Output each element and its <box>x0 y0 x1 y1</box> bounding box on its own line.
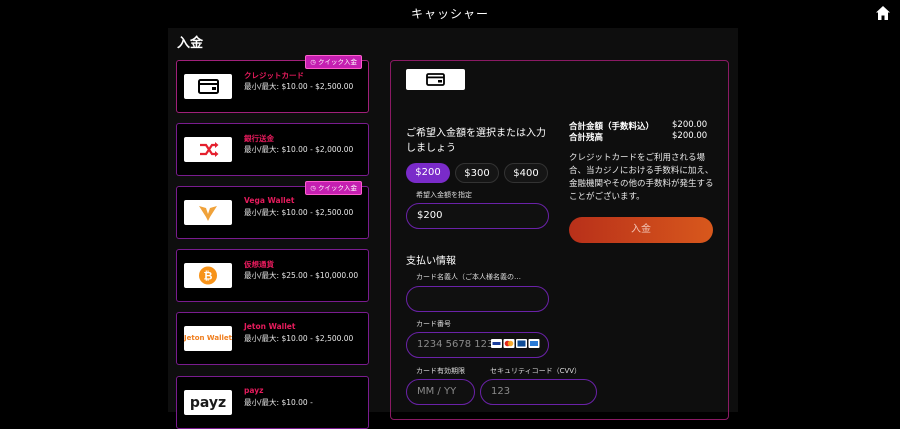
cardholder-input[interactable] <box>406 286 549 312</box>
wallet-icon <box>426 73 445 86</box>
method-name: 仮想通貨 <box>244 260 274 269</box>
custom-amount-input[interactable]: $200 <box>406 203 549 229</box>
expiry-input[interactable]: MM / YY <box>406 379 475 405</box>
clock-icon: ◷ <box>310 184 318 192</box>
jeton-logo-text: Jeton Wallet <box>184 334 232 342</box>
clock-icon: ◷ <box>310 58 318 66</box>
bank-transfer-logo <box>184 137 232 162</box>
vega-wallet-logo <box>184 200 232 225</box>
method-limit: 最小/最大: $25.00 - $10,000.00 <box>244 271 359 280</box>
selected-method-logo <box>406 69 465 90</box>
bitcoin-icon: ₿ <box>199 266 217 285</box>
deposit-submit-button[interactable]: 入金 <box>569 217 713 243</box>
method-limit: 最小/最大: $10.00 - <box>244 398 313 407</box>
wallet-icon <box>198 79 219 94</box>
top-bar: キャッシャー <box>0 0 900 28</box>
home-icon[interactable] <box>875 5 891 21</box>
total-fee-value: $200.00 <box>672 120 708 130</box>
credit-card-logo <box>184 74 232 99</box>
page-title: キャッシャー <box>410 7 489 21</box>
deposit-heading: 入金 <box>177 36 204 51</box>
payz-logo-text: payz <box>189 395 227 411</box>
method-crypto[interactable]: ₿ 仮想通貨 最小/最大: $25.00 - $10,000.00 <box>176 249 369 302</box>
amount-option-200[interactable]: $200 <box>406 163 450 183</box>
method-name: Vega Wallet <box>244 196 295 205</box>
total-label: 合計残高 <box>569 133 604 143</box>
total-value: $200.00 <box>672 131 708 141</box>
amount-option-400[interactable]: $400 <box>504 163 548 183</box>
card-brand-icons <box>491 339 540 348</box>
cvv-input[interactable]: 123 <box>480 379 597 405</box>
payment-info-title: 支払い情報 <box>406 256 456 267</box>
jeton-wallet-logo: Jeton Wallet <box>184 326 232 351</box>
method-limit: 最小/最大: $10.00 - $2,000.00 <box>244 145 354 154</box>
quick-deposit-badge: ◷ クイック入金 <box>305 55 362 69</box>
card-number-label: カード番号 <box>416 320 451 328</box>
method-bank-transfer[interactable]: 銀行送金 最小/最大: $10.00 - $2,000.00 <box>176 123 369 176</box>
amount-option-300[interactable]: $300 <box>455 163 499 183</box>
custom-amount-label: 希望入金額を指定 <box>416 191 472 199</box>
method-name: payz <box>244 386 264 395</box>
crypto-logo: ₿ <box>184 263 232 288</box>
method-name: Jeton Wallet <box>244 322 296 331</box>
cardholder-label: カード名義人（ご本人様名義の… <box>416 273 521 281</box>
method-name: 銀行送金 <box>244 134 274 143</box>
svg-text:₿: ₿ <box>204 270 213 283</box>
expiry-label: カード有効期限 <box>416 367 465 375</box>
method-limit: 最小/最大: $10.00 - $2,500.00 <box>244 208 354 217</box>
vega-v-icon <box>199 206 217 221</box>
quick-deposit-badge: ◷ クイック入金 <box>305 181 362 195</box>
payz-logo: payz <box>184 390 232 415</box>
method-credit-card[interactable]: クレジットカード 最小/最大: $10.00 - $2,500.00 ◷ クイッ… <box>176 55 369 113</box>
method-limit: 最小/最大: $10.00 - $2,500.00 <box>244 82 354 91</box>
shuffle-icon <box>200 142 219 157</box>
cvv-label: セキュリティコード（CVV） <box>490 367 582 375</box>
fee-note: クレジットカードをご利用される場合、当カジノにおける手数料に加え、金融機関やその… <box>569 153 714 202</box>
method-payz[interactable]: payz payz 最小/最大: $10.00 - <box>176 376 369 429</box>
method-vega-wallet[interactable]: Vega Wallet 最小/最大: $10.00 - $2,500.00 ◷ … <box>176 181 369 239</box>
method-name: クレジットカード <box>244 71 304 80</box>
method-limit: 最小/最大: $10.00 - $2,500.00 <box>244 334 354 343</box>
method-jeton-wallet[interactable]: Jeton Wallet Jeton Wallet 最小/最大: $10.00 … <box>176 312 369 365</box>
amount-prompt: ご希望入金額を選択または入力しましょう <box>406 128 546 154</box>
